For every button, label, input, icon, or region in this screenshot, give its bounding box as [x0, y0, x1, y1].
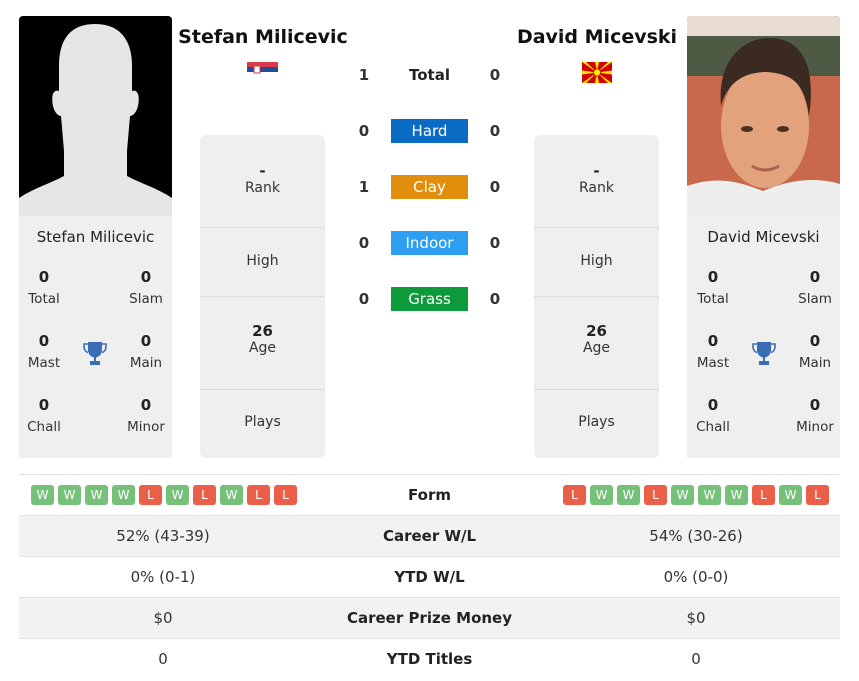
- trophy-icon: [752, 342, 776, 365]
- h2h-indoor-right: 0: [489, 234, 501, 252]
- plays-left: Plays: [244, 414, 281, 430]
- titles-slam-right: 0 Slam: [798, 268, 832, 307]
- ytd-wl-label: YTD W/L: [394, 568, 465, 586]
- form-badge-win[interactable]: W: [590, 485, 613, 505]
- titles-mast-left: 0 Mast: [27, 332, 61, 371]
- rank-left: - Rank: [200, 135, 325, 228]
- titles-mast-right: 0 Mast: [696, 332, 730, 371]
- player-portrait-image: [687, 16, 840, 216]
- h2h-total-right: 0: [489, 66, 501, 84]
- surface-indoor[interactable]: Indoor: [391, 231, 468, 255]
- age-left: 26 Age: [200, 297, 325, 390]
- ytd-titles-left: 0: [158, 650, 168, 668]
- form-badge-win[interactable]: W: [112, 485, 135, 505]
- form-badge-win[interactable]: W: [779, 485, 802, 505]
- prize-money-right: $0: [686, 609, 706, 627]
- form-badge-loss[interactable]: L: [752, 485, 775, 505]
- player-name-left: Stefan Milicevic: [36, 228, 155, 246]
- prize-money-label: Career Prize Money: [346, 609, 512, 627]
- table-row: 52% (43-39) Career W/L 54% (30-26): [19, 515, 840, 556]
- titles-total-right: 0 Total: [697, 268, 729, 307]
- form-badge-win[interactable]: W: [617, 485, 640, 505]
- form-badge-win[interactable]: W: [85, 485, 108, 505]
- form-badge-win[interactable]: W: [58, 485, 81, 505]
- form-badge-loss[interactable]: L: [806, 485, 829, 505]
- titles-main-right: 0 Main: [798, 332, 832, 371]
- player-photo-left: [19, 16, 172, 216]
- h2h-indoor-left: 0: [358, 234, 370, 252]
- form-badge-win[interactable]: W: [671, 485, 694, 505]
- titles-minor-left: 0 Minor: [127, 396, 165, 435]
- form-badge-loss[interactable]: L: [193, 485, 216, 505]
- serbia-flag-icon: [247, 62, 278, 77]
- ytd-titles-label: YTD Titles: [386, 650, 473, 668]
- titles-slam-left: 0 Slam: [129, 268, 163, 307]
- form-badge-win[interactable]: W: [31, 485, 54, 505]
- career-wl-label: Career W/L: [382, 527, 477, 545]
- form-badge-loss[interactable]: L: [563, 485, 586, 505]
- form-badge-win[interactable]: W: [166, 485, 189, 505]
- h2h-total-left: 1: [358, 66, 370, 84]
- player-name-right: David Micevski: [707, 228, 820, 246]
- form-badge-loss[interactable]: L: [139, 485, 162, 505]
- ytd-titles-right: 0: [691, 650, 701, 668]
- surface-clay[interactable]: Clay: [391, 175, 468, 199]
- high-right: High: [534, 228, 659, 297]
- form-badge-loss[interactable]: L: [274, 485, 297, 505]
- h2h-clay-left: 1: [358, 178, 370, 196]
- prize-money-left: $0: [153, 609, 173, 627]
- surface-grass[interactable]: Grass: [391, 287, 468, 311]
- player-heading-left[interactable]: Stefan Milicevic: [174, 26, 352, 48]
- player-card-right: David Micevski 0 Total 0 Slam 0 Mast 0 Main …: [687, 216, 840, 458]
- table-row: $0 Career Prize Money $0: [19, 597, 840, 638]
- ytd-wl-right: 0% (0-0): [663, 568, 729, 586]
- trophy-icon: [83, 342, 107, 365]
- form-label: Form: [408, 486, 451, 504]
- titles-chall-left: 0 Chall: [27, 396, 61, 435]
- h2h-total-label: Total: [409, 66, 450, 84]
- player-heading-right[interactable]: David Micevski: [510, 26, 684, 48]
- form-badge-loss[interactable]: L: [644, 485, 667, 505]
- info-box-left: - Rank High 26 Age Plays: [200, 135, 325, 458]
- north-macedonia-flag-icon: [582, 62, 612, 83]
- high-left: High: [200, 228, 325, 297]
- form-badge-loss[interactable]: L: [247, 485, 270, 505]
- age-right: 26 Age: [534, 297, 659, 390]
- titles-chall-right: 0 Chall: [696, 396, 730, 435]
- career-wl-left: 52% (43-39): [116, 527, 210, 545]
- h2h-clay-right: 0: [489, 178, 501, 196]
- titles-main-left: 0 Main: [129, 332, 163, 371]
- h2h-grass-left: 0: [358, 290, 370, 308]
- table-row: 0 YTD Titles 0: [19, 638, 840, 679]
- form-badge-win[interactable]: W: [698, 485, 721, 505]
- form-right: LWWLWWWLWL: [552, 485, 840, 505]
- career-wl-right: 54% (30-26): [649, 527, 743, 545]
- info-box-right: - Rank High 26 Age Plays: [534, 135, 659, 458]
- form-badge-win[interactable]: W: [725, 485, 748, 505]
- plays-right: Plays: [578, 414, 615, 430]
- rank-right: - Rank: [534, 135, 659, 228]
- form-left: WWWWLWLWLL: [19, 485, 307, 505]
- h2h-hard-right: 0: [489, 122, 501, 140]
- titles-total-left: 0 Total: [28, 268, 60, 307]
- silhouette-icon: [19, 24, 172, 216]
- h2h-hard-left: 0: [358, 122, 370, 140]
- comparison-table: WWWWLWLWLL Form LWWLWWWLWL 52% (43-39) C…: [19, 474, 840, 679]
- form-badge-win[interactable]: W: [220, 485, 243, 505]
- surface-hard[interactable]: Hard: [391, 119, 468, 143]
- player-photo-right: [687, 16, 840, 216]
- h2h-grass-right: 0: [489, 290, 501, 308]
- form-row: WWWWLWLWLL Form LWWLWWWLWL: [19, 474, 840, 515]
- table-row: 0% (0-1) YTD W/L 0% (0-0): [19, 556, 840, 597]
- titles-minor-right: 0 Minor: [796, 396, 834, 435]
- ytd-wl-left: 0% (0-1): [130, 568, 196, 586]
- player-card-left: Stefan Milicevic 0 Total 0 Slam 0 Mast 0 Mai…: [19, 216, 172, 458]
